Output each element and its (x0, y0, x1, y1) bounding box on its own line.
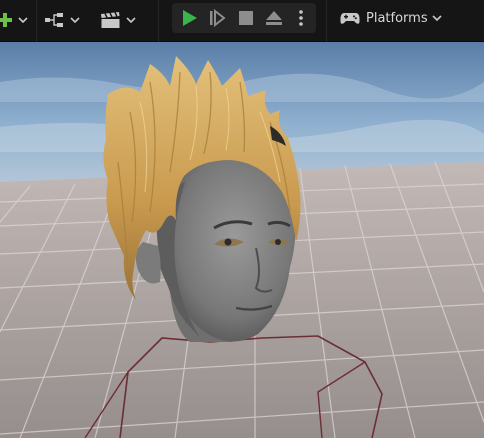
chevron-down-icon (126, 17, 136, 24)
main-toolbar: Platforms (0, 0, 484, 42)
advance-frame-button[interactable] (202, 3, 232, 33)
eject-icon (266, 11, 282, 25)
chevron-down-icon (18, 17, 28, 24)
chevron-down-icon (432, 15, 442, 22)
gamepad-icon (340, 13, 360, 24)
add-actor-button[interactable] (0, 7, 30, 33)
vertical-ellipsis-icon (299, 10, 303, 26)
play-icon (183, 10, 197, 26)
eject-button[interactable] (259, 3, 289, 33)
toolbar-separator (36, 0, 37, 42)
platforms-label: Platforms (366, 10, 428, 26)
clapperboard-icon (101, 12, 120, 28)
stop-icon (239, 11, 253, 25)
blueprint-button[interactable] (44, 7, 82, 33)
toolbar-separator (158, 0, 159, 42)
pupil (224, 238, 232, 246)
play-button[interactable] (174, 3, 204, 33)
advance-frame-icon (210, 9, 226, 27)
level-viewport[interactable] (0, 42, 484, 438)
chevron-down-icon (70, 17, 80, 24)
play-controls (172, 3, 316, 33)
blueprint-graph-icon (45, 13, 63, 27)
toolbar-separator (326, 0, 327, 42)
pupil (275, 239, 281, 245)
cinematics-button[interactable] (100, 7, 138, 33)
viewport-scene (0, 42, 484, 438)
more-options-button[interactable] (286, 3, 316, 33)
add-actor-icon (0, 13, 12, 27)
platforms-button[interactable]: Platforms (340, 5, 444, 31)
stop-button[interactable] (231, 3, 261, 33)
